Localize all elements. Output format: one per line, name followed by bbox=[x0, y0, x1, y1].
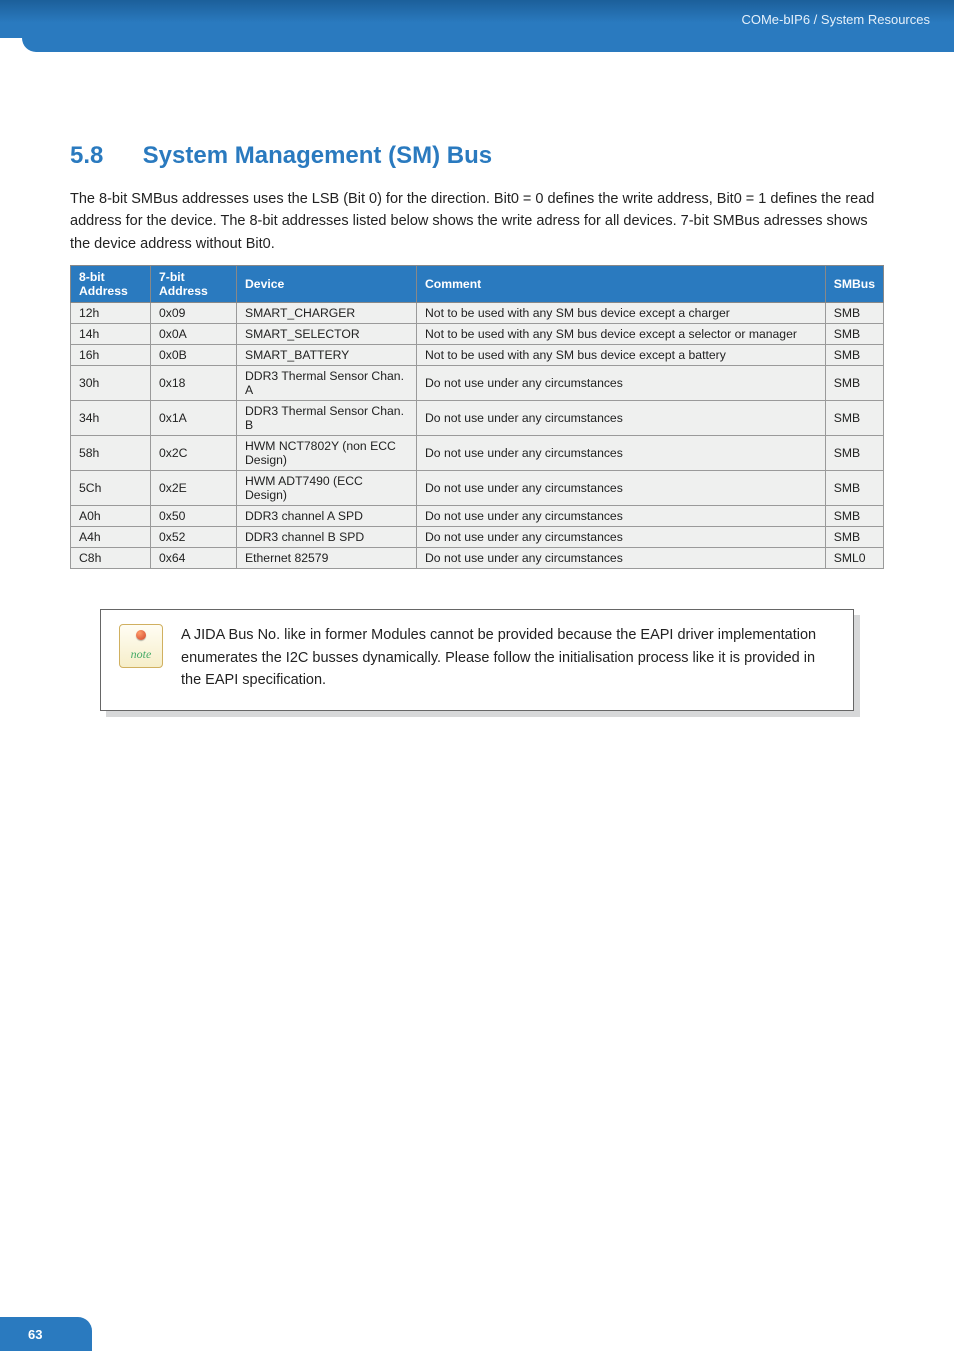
cell-comment: Do not use under any circumstances bbox=[417, 366, 826, 401]
cell-addr8: 58h bbox=[71, 436, 151, 471]
cell-comment: Not to be used with any SM bus device ex… bbox=[417, 324, 826, 345]
cell-comment: Do not use under any circumstances bbox=[417, 527, 826, 548]
cell-addr7: 0x18 bbox=[151, 366, 237, 401]
pin-icon bbox=[136, 630, 146, 640]
cell-addr8: A4h bbox=[71, 527, 151, 548]
cell-comment: Do not use under any circumstances bbox=[417, 506, 826, 527]
cell-smbus: SMB bbox=[825, 436, 883, 471]
th-7bit: 7-bit Address bbox=[151, 266, 237, 303]
cell-comment: Do not use under any circumstances bbox=[417, 471, 826, 506]
section-heading: 5.8 System Management (SM) Bus bbox=[70, 142, 884, 170]
cell-addr7: 0x0B bbox=[151, 345, 237, 366]
cell-comment: Not to be used with any SM bus device ex… bbox=[417, 345, 826, 366]
cell-smbus: SMB bbox=[825, 527, 883, 548]
cell-device: Ethernet 82579 bbox=[237, 548, 417, 569]
cell-smbus: SMB bbox=[825, 471, 883, 506]
cell-addr7: 0x09 bbox=[151, 303, 237, 324]
table-row: 5Ch0x2EHWM ADT7490 (ECC Design)Do not us… bbox=[71, 471, 884, 506]
cell-addr8: 30h bbox=[71, 366, 151, 401]
table-row: C8h0x64Ethernet 82579Do not use under an… bbox=[71, 548, 884, 569]
table-row: 12h0x09SMART_CHARGERNot to be used with … bbox=[71, 303, 884, 324]
cell-smbus: SMB bbox=[825, 401, 883, 436]
cell-addr7: 0x64 bbox=[151, 548, 237, 569]
cell-device: SMART_BATTERY bbox=[237, 345, 417, 366]
footer-band: 63 bbox=[0, 1317, 92, 1351]
cell-device: DDR3 channel A SPD bbox=[237, 506, 417, 527]
cell-device: SMART_SELECTOR bbox=[237, 324, 417, 345]
cell-smbus: SML0 bbox=[825, 548, 883, 569]
cell-addr8: 16h bbox=[71, 345, 151, 366]
table-row: 34h0x1ADDR3 Thermal Sensor Chan. BDo not… bbox=[71, 401, 884, 436]
cell-smbus: SMB bbox=[825, 506, 883, 527]
th-8bit: 8-bit Address bbox=[71, 266, 151, 303]
cell-smbus: SMB bbox=[825, 366, 883, 401]
cell-smbus: SMB bbox=[825, 324, 883, 345]
table-row: 30h0x18DDR3 Thermal Sensor Chan. ADo not… bbox=[71, 366, 884, 401]
breadcrumb: COMe-bIP6 / System Resources bbox=[741, 12, 930, 27]
table-row: 16h0x0BSMART_BATTERYNot to be used with … bbox=[71, 345, 884, 366]
cell-device: SMART_CHARGER bbox=[237, 303, 417, 324]
section-paragraph: The 8-bit SMBus addresses uses the LSB (… bbox=[70, 188, 884, 255]
smbus-table: 8-bit Address 7-bit Address Device Comme… bbox=[70, 265, 884, 569]
table-row: 58h0x2CHWM NCT7802Y (non ECC Design)Do n… bbox=[71, 436, 884, 471]
th-smbus: SMBus bbox=[825, 266, 883, 303]
cell-device: DDR3 Thermal Sensor Chan. A bbox=[237, 366, 417, 401]
cell-addr8: 5Ch bbox=[71, 471, 151, 506]
cell-device: DDR3 Thermal Sensor Chan. B bbox=[237, 401, 417, 436]
cell-addr7: 0x1A bbox=[151, 401, 237, 436]
cell-addr8: 34h bbox=[71, 401, 151, 436]
table-row: A0h0x50DDR3 channel A SPDDo not use unde… bbox=[71, 506, 884, 527]
table-row: A4h0x52DDR3 channel B SPDDo not use unde… bbox=[71, 527, 884, 548]
cell-device: DDR3 channel B SPD bbox=[237, 527, 417, 548]
cell-addr7: 0x52 bbox=[151, 527, 237, 548]
note-icon-label: note bbox=[131, 647, 152, 662]
th-comment: Comment bbox=[417, 266, 826, 303]
page-number: 63 bbox=[28, 1327, 42, 1342]
cell-addr8: C8h bbox=[71, 548, 151, 569]
note-text: A JIDA Bus No. like in former Modules ca… bbox=[181, 624, 831, 691]
cell-addr7: 0x2C bbox=[151, 436, 237, 471]
cell-comment: Do not use under any circumstances bbox=[417, 548, 826, 569]
cell-addr8: A0h bbox=[71, 506, 151, 527]
cell-addr8: 14h bbox=[71, 324, 151, 345]
header-tab-edge bbox=[22, 36, 954, 52]
cell-addr7: 0x0A bbox=[151, 324, 237, 345]
section-number: 5.8 bbox=[70, 142, 136, 170]
cell-comment: Do not use under any circumstances bbox=[417, 436, 826, 471]
th-device: Device bbox=[237, 266, 417, 303]
cell-addr8: 12h bbox=[71, 303, 151, 324]
table-header-row: 8-bit Address 7-bit Address Device Comme… bbox=[71, 266, 884, 303]
section-title-text: System Management (SM) Bus bbox=[143, 142, 492, 169]
cell-device: HWM ADT7490 (ECC Design) bbox=[237, 471, 417, 506]
cell-comment: Not to be used with any SM bus device ex… bbox=[417, 303, 826, 324]
cell-smbus: SMB bbox=[825, 345, 883, 366]
cell-device: HWM NCT7802Y (non ECC Design) bbox=[237, 436, 417, 471]
cell-addr7: 0x2E bbox=[151, 471, 237, 506]
cell-comment: Do not use under any circumstances bbox=[417, 401, 826, 436]
note-box: note A JIDA Bus No. like in former Modul… bbox=[100, 609, 854, 710]
note-icon: note bbox=[119, 624, 163, 668]
header-band: COMe-bIP6 / System Resources bbox=[0, 0, 954, 38]
cell-addr7: 0x50 bbox=[151, 506, 237, 527]
table-row: 14h0x0ASMART_SELECTORNot to be used with… bbox=[71, 324, 884, 345]
cell-smbus: SMB bbox=[825, 303, 883, 324]
